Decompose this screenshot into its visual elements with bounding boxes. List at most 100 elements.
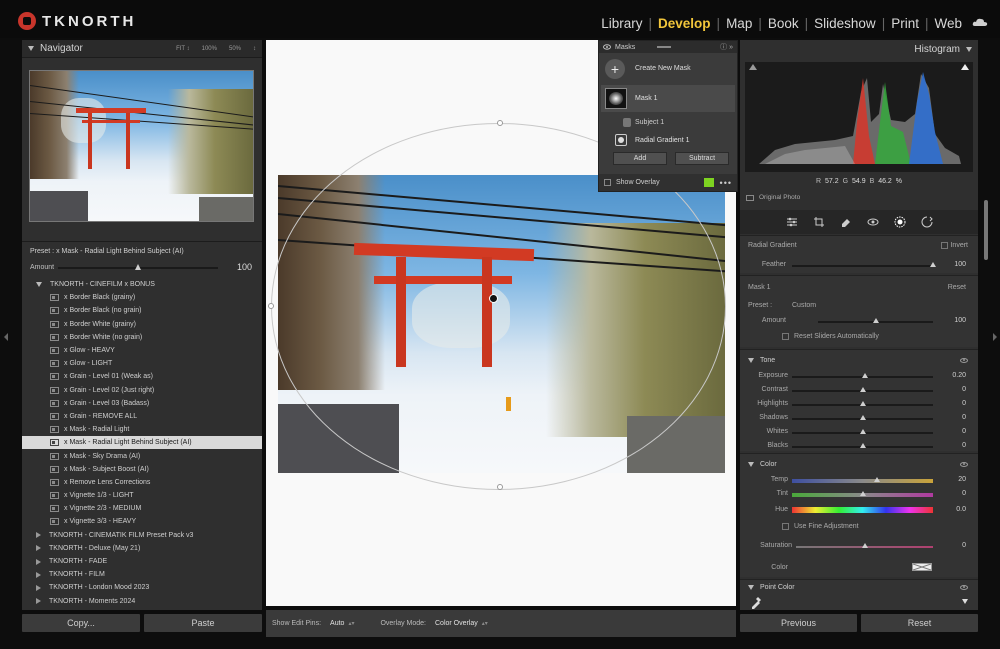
- collapse-triangle-icon[interactable]: [748, 358, 754, 363]
- mask-amount-slider-knob[interactable]: [872, 318, 879, 323]
- preset-group[interactable]: TKNORTH - FADE: [22, 555, 262, 568]
- presets-icon[interactable]: [921, 216, 933, 228]
- create-new-mask-button[interactable]: +: [605, 59, 625, 79]
- tone-header[interactable]: Tone: [748, 357, 775, 364]
- amount-value[interactable]: 100: [237, 262, 252, 272]
- collapsed-triangle-icon[interactable]: [36, 571, 41, 578]
- tone-slider-knob[interactable]: [862, 373, 869, 378]
- mask-amount-value[interactable]: 100: [954, 317, 966, 324]
- point-color-header[interactable]: Point Color: [748, 584, 795, 591]
- add-button[interactable]: Add: [613, 152, 667, 165]
- edit-pins-select[interactable]: Auto: [330, 620, 344, 627]
- mask-preset-select[interactable]: Custom: [792, 302, 816, 309]
- healing-eraser-icon[interactable]: [840, 216, 852, 228]
- preset-item[interactable]: x Mask - Radial Light Behind Subject (AI…: [22, 436, 262, 450]
- amount-slider-knob[interactable]: [134, 264, 141, 270]
- reset-sliders-checkbox[interactable]: [782, 333, 789, 340]
- histogram-header[interactable]: Histogram: [740, 40, 978, 58]
- crop-icon[interactable]: [813, 216, 825, 228]
- reset-button[interactable]: Reset: [861, 614, 978, 632]
- saturation-value[interactable]: 0: [962, 542, 966, 549]
- zoom-fit[interactable]: FIT ↕: [176, 46, 190, 52]
- module-map[interactable]: Map: [726, 16, 752, 31]
- tone-slider-knob[interactable]: [859, 415, 866, 420]
- preset-item[interactable]: x Mask - Sky Drama (AI): [22, 449, 262, 462]
- collapsed-triangle-icon[interactable]: [36, 545, 41, 552]
- previous-button[interactable]: Previous: [740, 614, 857, 632]
- feather-slider-knob[interactable]: [930, 262, 936, 267]
- tone-slider-knob[interactable]: [859, 429, 866, 434]
- feather-slider[interactable]: [792, 265, 933, 267]
- eye-icon[interactable]: [960, 358, 968, 363]
- preset-item[interactable]: x Glow - HEAVY: [22, 344, 262, 357]
- tone-slider-value[interactable]: 0: [962, 414, 966, 421]
- feather-value[interactable]: 100: [954, 261, 966, 268]
- collapsed-triangle-icon[interactable]: [36, 532, 41, 539]
- invert-checkbox[interactable]: [941, 242, 948, 249]
- temp-slider[interactable]: [792, 479, 933, 483]
- module-web[interactable]: Web: [934, 16, 962, 31]
- eye-icon[interactable]: [960, 462, 968, 467]
- mask-edit-pin[interactable]: [489, 294, 498, 303]
- zoom-50[interactable]: 50%: [229, 46, 241, 52]
- collapse-triangle-icon[interactable]: [748, 462, 754, 467]
- dropdown-caret-icon[interactable]: ▴▾: [348, 620, 354, 627]
- preset-item[interactable]: x Vignette 1/3 - LIGHT: [22, 489, 262, 502]
- zoom-more[interactable]: ↕: [253, 46, 256, 52]
- tone-slider-value[interactable]: 0: [962, 442, 966, 449]
- module-book[interactable]: Book: [768, 16, 799, 31]
- color-header[interactable]: Color: [748, 461, 777, 468]
- right-panel-toggle-icon[interactable]: [993, 333, 997, 341]
- create-new-mask-label[interactable]: Create New Mask: [635, 65, 691, 72]
- overlay-mode-select[interactable]: Color Overlay: [435, 620, 478, 627]
- dropdown-triangle-icon[interactable]: [962, 599, 968, 604]
- preset-item[interactable]: x Remove Lens Corrections: [22, 476, 262, 489]
- preset-item[interactable]: x Border White (no grain): [22, 331, 262, 344]
- red-eye-icon[interactable]: [867, 216, 879, 228]
- show-overlay-checkbox[interactable]: [604, 179, 611, 186]
- preset-item[interactable]: x Grain - Level 01 (Weak as): [22, 370, 262, 383]
- preset-item[interactable]: x Mask - Radial Light: [22, 423, 262, 436]
- preset-group[interactable]: TKNORTH - Moments 2024: [22, 595, 262, 608]
- module-slideshow[interactable]: Slideshow: [814, 16, 876, 31]
- subject-component-row[interactable]: Subject 1: [601, 116, 735, 130]
- dropdown-caret-icon[interactable]: ▴▾: [482, 620, 488, 627]
- preset-item[interactable]: x Vignette 3/3 - HEAVY: [22, 515, 262, 528]
- mask-reset-link[interactable]: Reset: [948, 284, 966, 291]
- masks-help-collapse[interactable]: ⓘ »: [720, 42, 733, 52]
- histogram[interactable]: [745, 62, 973, 172]
- radial-handle-top[interactable]: [497, 120, 503, 126]
- preset-item[interactable]: x Glow - LIGHT: [22, 357, 262, 370]
- more-options-icon[interactable]: •••: [720, 178, 732, 188]
- temp-value[interactable]: 20: [958, 476, 966, 483]
- zoom-100[interactable]: 100%: [202, 46, 217, 52]
- copy-button[interactable]: Copy...: [22, 614, 140, 632]
- original-photo-icon[interactable]: [746, 194, 754, 201]
- tone-slider-value[interactable]: 0: [962, 428, 966, 435]
- navigator-header[interactable]: Navigator FIT ↕ 100% 50% ↕: [22, 40, 262, 58]
- module-develop[interactable]: Develop: [658, 16, 711, 31]
- collapsed-triangle-icon[interactable]: [36, 584, 41, 591]
- masks-header[interactable]: Masks ⓘ »: [599, 41, 737, 53]
- color-swatch-picker[interactable]: [912, 563, 932, 571]
- expanded-triangle-icon[interactable]: [36, 282, 42, 288]
- tint-value[interactable]: 0: [962, 490, 966, 497]
- eye-icon[interactable]: [960, 585, 968, 590]
- tone-slider-value[interactable]: 0: [962, 400, 966, 407]
- preset-item[interactable]: x Border Black (no grain): [22, 304, 262, 317]
- right-panel-scrollbar[interactable]: [984, 200, 988, 260]
- hue-value[interactable]: 0.0: [956, 506, 966, 513]
- collapsed-triangle-icon[interactable]: [36, 558, 41, 565]
- collapsed-triangle-icon[interactable]: [36, 598, 41, 605]
- overlay-color-swatch[interactable]: [703, 178, 714, 187]
- temp-slider-knob[interactable]: [873, 477, 880, 482]
- eye-icon[interactable]: [603, 44, 611, 50]
- preset-group[interactable]: TKNORTH - FILM: [22, 568, 262, 581]
- collapse-triangle-icon[interactable]: [748, 585, 754, 590]
- preset-item[interactable]: x Grain - REMOVE ALL: [22, 410, 262, 423]
- preset-group[interactable]: TKNORTH - CINEMATIK FILM Preset Pack v3: [22, 529, 262, 542]
- tone-slider-knob[interactable]: [859, 401, 866, 406]
- mask-1-row[interactable]: Mask 1: [601, 85, 735, 112]
- eyedropper-icon[interactable]: [750, 595, 762, 609]
- navigator-thumbnail[interactable]: [29, 70, 254, 222]
